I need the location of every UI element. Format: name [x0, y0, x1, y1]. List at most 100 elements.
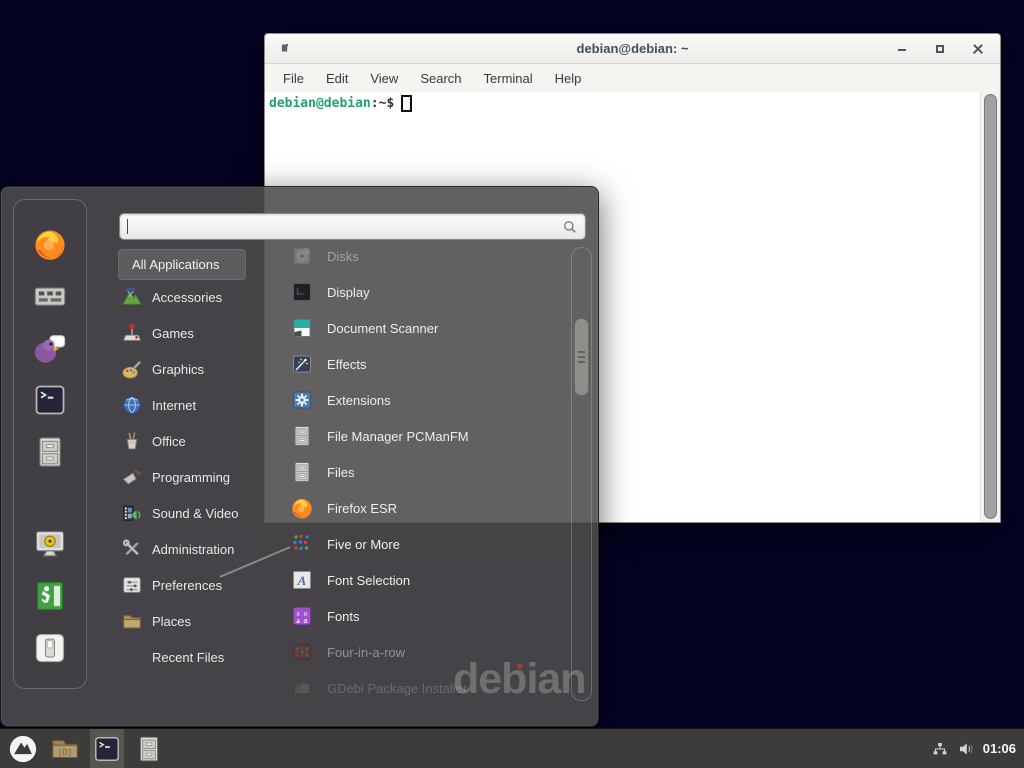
application-item[interactable]: Document Scanner [290, 310, 571, 346]
taskbar-button[interactable] [132, 729, 166, 768]
gdebi-icon [290, 676, 314, 700]
firefox-icon [290, 496, 314, 520]
sound-video-icon [121, 502, 143, 524]
shutdown-icon [32, 630, 68, 666]
maximize-button[interactable] [934, 43, 946, 55]
category-item[interactable]: Places [119, 603, 287, 639]
prompt-user: debian@debian [269, 96, 371, 111]
application-item[interactable]: Extensions [290, 382, 571, 418]
category-all-applications[interactable]: All Applications [118, 249, 246, 280]
programming-icon [121, 466, 143, 488]
favorite-button[interactable] [32, 226, 68, 262]
file-cabinet-icon [290, 460, 314, 484]
menu-scrollbar[interactable] [571, 247, 592, 701]
menubar-item[interactable]: Terminal [473, 71, 544, 86]
prompt-line: debian@debian:~$ [269, 95, 981, 112]
category-item[interactable]: Accessories [119, 279, 287, 315]
favorite-button[interactable] [32, 382, 68, 418]
prompt-symbol: :~$ [371, 96, 394, 111]
application-item[interactable]: Disks [290, 238, 571, 274]
application-item[interactable]: Effects [290, 346, 571, 382]
search-icon [561, 218, 579, 236]
category-item[interactable]: Office [119, 423, 287, 459]
lock-screen-icon [32, 526, 68, 562]
category-item[interactable]: Sound & Video [119, 495, 287, 531]
close-button[interactable] [972, 43, 984, 55]
application-item[interactable]: Display [290, 274, 571, 310]
favorite-button[interactable] [32, 578, 68, 614]
display-icon [290, 280, 314, 304]
category-item[interactable]: Internet [119, 387, 287, 423]
window-controls [896, 34, 984, 63]
search-field[interactable] [119, 213, 586, 240]
favorite-button[interactable] [32, 278, 68, 314]
application-item[interactable]: Firefox ESR [290, 490, 571, 526]
application-list: Disks Display Document Scanner Effects E… [290, 238, 571, 706]
desktop: debian@debian: ~ FileEditViewSearchTermi… [0, 0, 1024, 768]
internet-icon [121, 394, 143, 416]
preferences-icon [121, 574, 143, 596]
extensions-icon [290, 388, 314, 412]
application-item[interactable]: Five or More [290, 526, 571, 562]
minimize-button[interactable] [896, 43, 908, 55]
menubar-item[interactable]: View [359, 71, 409, 86]
menubar-item[interactable]: Edit [315, 71, 359, 86]
category-item[interactable]: Preferences [119, 567, 287, 603]
application-item[interactable]: File Manager PCManFM [290, 418, 571, 454]
file-cabinet-icon [134, 734, 164, 764]
menubar-item[interactable]: Search [409, 71, 472, 86]
category-item[interactable]: Games [119, 315, 287, 351]
terminal-scrollbar[interactable] [980, 92, 1000, 522]
software-manager-icon [32, 278, 68, 314]
favorite-button[interactable] [32, 330, 68, 366]
favorites-panel [13, 199, 87, 689]
text-caret [127, 219, 128, 234]
firefox-icon [32, 226, 68, 262]
taskbar: [D] 01:06 [0, 728, 1024, 768]
taskbar-button[interactable]: [D] [48, 729, 82, 768]
favorite-button[interactable] [32, 434, 68, 470]
svg-text:[D]: [D] [58, 748, 72, 757]
category-item[interactable]: Recent Files [119, 639, 287, 675]
terminal-scrollbar-thumb[interactable] [984, 94, 997, 519]
application-item[interactable]: GDebi Package Installer [290, 670, 571, 706]
five-or-more-icon [290, 532, 314, 556]
application-item[interactable]: Files [290, 454, 571, 490]
window-title: debian@debian: ~ [265, 41, 1000, 56]
graphics-icon [121, 358, 143, 380]
effects-icon [290, 352, 314, 376]
terminal-menubar: FileEditViewSearchTerminalHelp [265, 64, 1000, 93]
office-icon [121, 430, 143, 452]
document-scanner-icon [290, 316, 314, 340]
svg-text:a: a [304, 618, 308, 625]
volume-icon[interactable] [957, 740, 975, 758]
network-icon[interactable] [931, 740, 949, 758]
category-item[interactable]: Graphics [119, 351, 287, 387]
window-icon [279, 41, 293, 55]
terminal-icon [32, 382, 68, 418]
taskbar-launchers: [D] [0, 729, 166, 768]
taskbar-button[interactable] [6, 729, 40, 768]
application-item[interactable]: aaaa Fonts [290, 598, 571, 634]
favorite-button[interactable] [32, 526, 68, 562]
terminal-titlebar[interactable]: debian@debian: ~ [265, 34, 1000, 64]
application-item[interactable]: Four-in-a-row [290, 634, 571, 670]
favorite-button[interactable] [32, 630, 68, 666]
taskbar-button[interactable] [90, 729, 124, 768]
menubar-item[interactable]: File [272, 71, 315, 86]
svg-text:A: A [297, 573, 307, 588]
category-item[interactable]: Programming [119, 459, 287, 495]
terminal-icon [92, 734, 122, 764]
menu-scrollbar-thumb[interactable] [574, 318, 589, 396]
category-list: Accessories Games Graphics Internet Offi… [119, 279, 287, 675]
menubar-item[interactable]: Help [544, 71, 593, 86]
disks-icon [290, 244, 314, 268]
application-menu: debian [0, 186, 599, 727]
four-in-a-row-icon [290, 640, 314, 664]
places-icon [121, 610, 143, 632]
font-selection-icon: A [290, 568, 314, 592]
application-item[interactable]: A Font Selection [290, 562, 571, 598]
clock[interactable]: 01:06 [983, 741, 1016, 756]
category-item[interactable]: Administration [119, 531, 287, 567]
games-icon [121, 322, 143, 344]
